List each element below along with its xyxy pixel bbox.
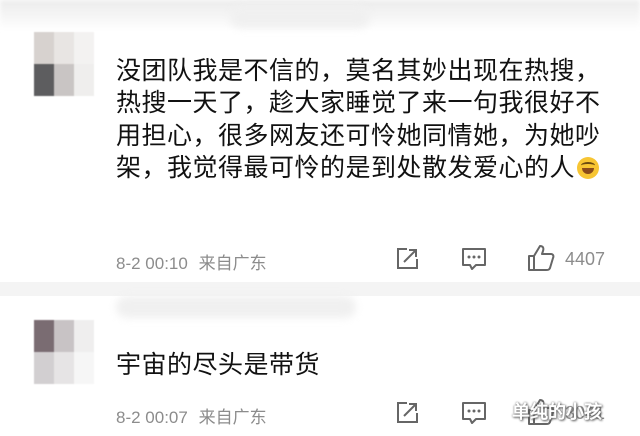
thumbs-up-icon[interactable] — [526, 243, 556, 273]
timestamp: 8-2 00:07 — [116, 408, 188, 427]
comment-text: 没团队我是不信的，莫名其妙出现在热搜，热搜一天了，趁大家睡觉了来一句我很好不用担… — [116, 55, 616, 185]
comment-icon[interactable] — [460, 400, 488, 426]
comment-body: 宇宙的尽头是带货 — [116, 350, 321, 379]
avatar[interactable] — [34, 320, 94, 384]
comment-icon[interactable] — [460, 246, 488, 272]
avatar[interactable] — [34, 32, 94, 96]
share-icon[interactable] — [394, 400, 420, 426]
blurred-username — [230, 6, 370, 28]
watermark: 单纯的小孩 — [512, 402, 602, 423]
location: 来自广东 — [198, 408, 267, 427]
comment-meta: 8-2 00:07 来自广东 — [116, 403, 267, 428]
divider — [0, 282, 640, 296]
comment-text: 宇宙的尽头是带货 — [116, 349, 616, 381]
share-icon[interactable] — [394, 246, 420, 272]
comment-body: 没团队我是不信的，莫名其妙出现在热搜，热搜一天了，趁大家睡觉了来一句我很好不用担… — [116, 56, 601, 183]
laughing-tears-emoji — [577, 157, 600, 180]
like-count: 4407 — [565, 249, 606, 269]
timestamp: 8-2 00:10 — [116, 254, 188, 273]
blurred-username — [116, 296, 356, 318]
location: 来自广东 — [198, 254, 267, 273]
comment-meta: 8-2 00:10 来自广东 — [116, 249, 267, 274]
